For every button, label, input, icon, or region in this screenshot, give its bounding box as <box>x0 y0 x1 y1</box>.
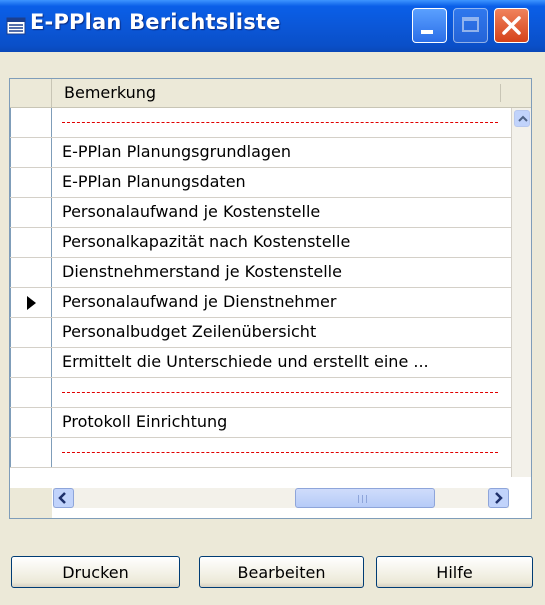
report-grid[interactable]: Bemerkung E-PPlan Planungsgrundlagen E-PP… <box>9 78 532 519</box>
row-selector[interactable] <box>10 138 52 167</box>
separator-row[interactable] <box>10 108 511 138</box>
row-selector[interactable] <box>10 438 52 467</box>
table-row[interactable]: Protokoll Einrichtung <box>10 408 511 438</box>
list-window-icon[interactable] <box>6 16 26 36</box>
grid-header: Bemerkung <box>10 79 531 108</box>
table-row[interactable]: Personalaufwand je Dienstnehmer <box>10 288 511 318</box>
bemerkung-cell: Dienstnehmerstand je Kostenstelle <box>62 262 342 281</box>
row-selector[interactable] <box>10 288 52 317</box>
scroll-up-button[interactable] <box>514 110 530 127</box>
scroll-left-button[interactable] <box>53 488 74 508</box>
separator-line <box>62 392 498 393</box>
title-bar[interactable]: E-PPlan Berichtsliste <box>0 0 545 52</box>
chevron-right-icon <box>495 492 503 504</box>
scroll-thumb[interactable] <box>295 488 435 508</box>
chevron-up-icon <box>518 115 528 122</box>
grid-rows: E-PPlan Planungsgrundlagen E-PPlan Planun… <box>10 108 511 468</box>
current-record-arrow-icon <box>27 296 36 310</box>
print-button[interactable]: Drucken <box>11 556 180 588</box>
separator-row[interactable] <box>10 438 511 468</box>
bemerkung-cell: E-PPlan Planungsgrundlagen <box>62 142 292 161</box>
close-button[interactable] <box>494 8 529 43</box>
row-selector[interactable] <box>10 378 52 407</box>
column-header-bemerkung[interactable]: Bemerkung <box>64 83 156 102</box>
report-list-window: E-PPlan Berichtsliste Bemerkung E-PPlan … <box>0 0 545 605</box>
bemerkung-cell: Personalbudget Zeilenübersicht <box>62 322 317 341</box>
column-divider[interactable] <box>500 84 501 102</box>
help-button[interactable]: Hilfe <box>376 556 533 588</box>
maximize-icon <box>462 17 479 32</box>
row-selector[interactable] <box>10 348 52 377</box>
row-selector[interactable] <box>10 168 52 197</box>
close-icon <box>502 16 521 35</box>
table-row[interactable]: Dienstnehmerstand je Kostenstelle <box>10 258 511 288</box>
chevron-left-icon <box>58 492 66 504</box>
bemerkung-cell: Personalkapazität nach Kostenstelle <box>62 232 351 251</box>
vertical-scrollbar[interactable] <box>511 108 531 477</box>
row-selector-footer <box>10 488 52 518</box>
table-row[interactable]: E-PPlan Planungsdaten <box>10 168 511 198</box>
row-selector[interactable] <box>10 108 52 137</box>
separator-line <box>62 452 498 453</box>
row-selector[interactable] <box>10 408 52 437</box>
table-row[interactable]: E-PPlan Planungsgrundlagen <box>10 138 511 168</box>
table-row[interactable]: Personalaufwand je Kostenstelle <box>10 198 511 228</box>
row-selector-header[interactable] <box>10 79 52 107</box>
separator-line <box>62 122 498 123</box>
bemerkung-cell: Personalaufwand je Dienstnehmer <box>62 292 337 311</box>
bemerkung-cell: E-PPlan Planungsdaten <box>62 172 246 191</box>
window-title: E-PPlan Berichtsliste <box>30 10 281 34</box>
maximize-button <box>453 8 488 43</box>
minimize-button[interactable] <box>412 8 447 43</box>
row-selector[interactable] <box>10 198 52 227</box>
row-selector[interactable] <box>10 318 52 347</box>
bemerkung-cell: Personalaufwand je Kostenstelle <box>62 202 321 221</box>
table-row[interactable]: Ermittelt die Unterschiede und erstellt … <box>10 348 511 378</box>
bemerkung-cell: Ermittelt die Unterschiede und erstellt … <box>62 352 429 371</box>
separator-row[interactable] <box>10 378 511 408</box>
scroll-right-button[interactable] <box>488 488 509 508</box>
horizontal-scrollbar[interactable] <box>53 488 509 508</box>
table-row[interactable]: Personalkapazität nach Kostenstelle <box>10 228 511 258</box>
minimize-icon <box>421 30 433 34</box>
edit-button[interactable]: Bearbeiten <box>199 556 364 588</box>
grip-icon <box>358 495 370 503</box>
table-row[interactable]: Personalbudget Zeilenübersicht <box>10 318 511 348</box>
row-selector[interactable] <box>10 228 52 257</box>
bemerkung-cell: Protokoll Einrichtung <box>62 412 228 431</box>
row-selector[interactable] <box>10 258 52 287</box>
